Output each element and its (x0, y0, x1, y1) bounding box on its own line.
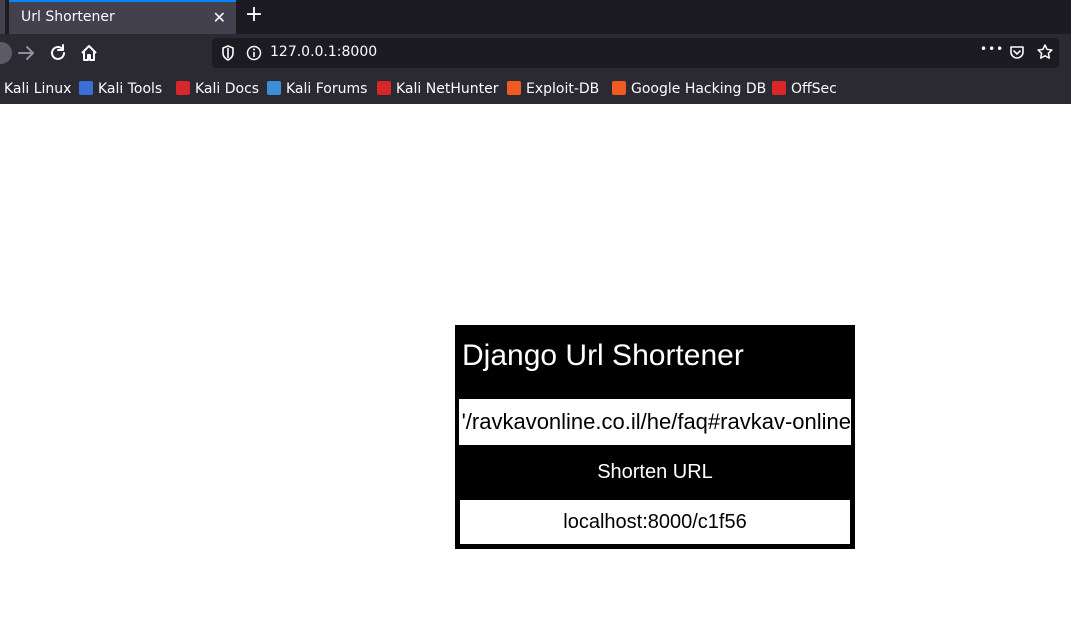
page-actions-icon[interactable]: ••• (980, 42, 1004, 56)
short-url-result: localhost:8000/c1f56 (460, 500, 850, 544)
bookmark-exploit-db[interactable]: Exploit-DB (507, 80, 599, 98)
bookmark-label: Kali Tools (98, 81, 163, 97)
url-input[interactable]: '/ravkavonline.co.il/he/faq#ravkav-onlin… (459, 399, 851, 445)
tab-title: Url Shortener (21, 9, 115, 25)
bookmark-kali-linux[interactable]: Kali Linux (4, 80, 71, 98)
page-content: Django Url Shortener '/ravkavonline.co.i… (0, 104, 1071, 641)
reload-icon[interactable] (47, 42, 69, 64)
browser-chrome: Url Shortener ✕ + 127.0.0.1:8000 ••• Kal… (0, 0, 1071, 104)
bookmark-google-hacking-db[interactable]: Google Hacking DB (612, 80, 766, 98)
kali-nethunter-icon (377, 81, 391, 95)
url-input-value: '/ravkavonline.co.il/he/faq#ravkav-onlin… (461, 409, 851, 434)
close-tab-icon[interactable]: ✕ (213, 8, 226, 28)
pocket-icon[interactable] (1008, 44, 1026, 66)
bookmark-star-icon[interactable] (1036, 43, 1054, 65)
bookmark-label: Kali Forums (286, 81, 368, 97)
kali-forums-icon (267, 81, 281, 95)
back-button[interactable] (0, 38, 16, 68)
bookmark-label: OffSec (791, 81, 837, 97)
tracking-protection-icon[interactable] (220, 44, 236, 66)
google-hacking-db-icon (612, 81, 626, 95)
bookmarks-toolbar: Kali Linux Kali Tools Kali Docs Kali Forums… (0, 72, 1071, 104)
shortener-card: Django Url Shortener '/ravkavonline.co.i… (455, 325, 855, 549)
home-icon[interactable] (78, 42, 100, 64)
page-title: Django Url Shortener (462, 339, 744, 372)
new-tab-button[interactable]: + (243, 4, 265, 28)
bookmark-label: Kali Docs (195, 81, 260, 97)
navigation-bar: 127.0.0.1:8000 ••• (0, 34, 1071, 72)
bookmark-label: Kali NetHunter (396, 81, 499, 97)
shorten-url-button[interactable]: Shorten URL (459, 449, 851, 495)
active-tab[interactable]: Url Shortener ✕ (9, 0, 236, 34)
url-text: 127.0.0.1:8000 (270, 44, 378, 60)
bookmark-label: Exploit-DB (526, 81, 600, 97)
bookmark-kali-docs[interactable]: Kali Docs (176, 80, 259, 98)
tab-bar: Url Shortener ✕ + (0, 0, 1071, 34)
bookmark-kali-tools[interactable]: Kali Tools (79, 80, 162, 98)
url-bar[interactable]: 127.0.0.1:8000 ••• (212, 38, 1059, 68)
kali-docs-icon (176, 81, 190, 95)
exploit-db-icon (507, 81, 521, 95)
bookmark-label: Kali Linux (4, 81, 72, 97)
bookmark-offsec[interactable]: OffSec (772, 80, 837, 98)
bookmark-kali-forums[interactable]: Kali Forums (267, 80, 367, 98)
forward-icon[interactable] (15, 42, 37, 64)
bookmark-label: Google Hacking DB (631, 81, 767, 97)
kali-tools-icon (79, 81, 93, 95)
site-info-icon[interactable] (246, 44, 262, 66)
previous-tab-edge[interactable] (0, 0, 5, 34)
bookmark-kali-nethunter[interactable]: Kali NetHunter (377, 80, 498, 98)
offsec-icon (772, 81, 786, 95)
